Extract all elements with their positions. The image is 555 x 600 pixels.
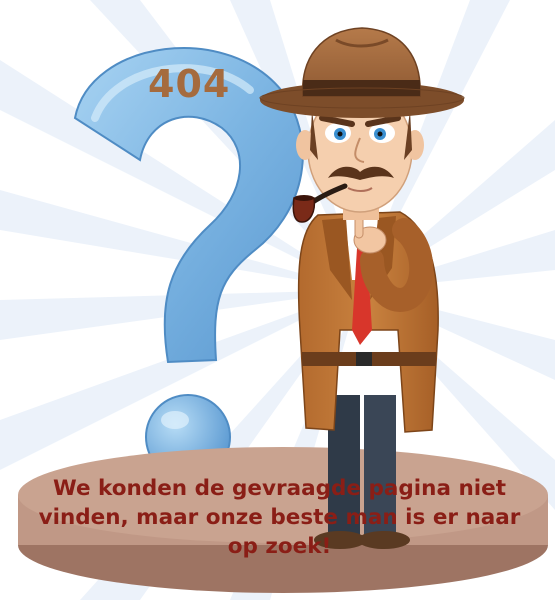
not-found-message: We konden de gevraagde pagina niet vinde…	[38, 476, 521, 559]
not-found-illustration: 404 We konden de gevraagde pagina niet v…	[0, 0, 555, 600]
error-code: 404	[148, 62, 231, 106]
